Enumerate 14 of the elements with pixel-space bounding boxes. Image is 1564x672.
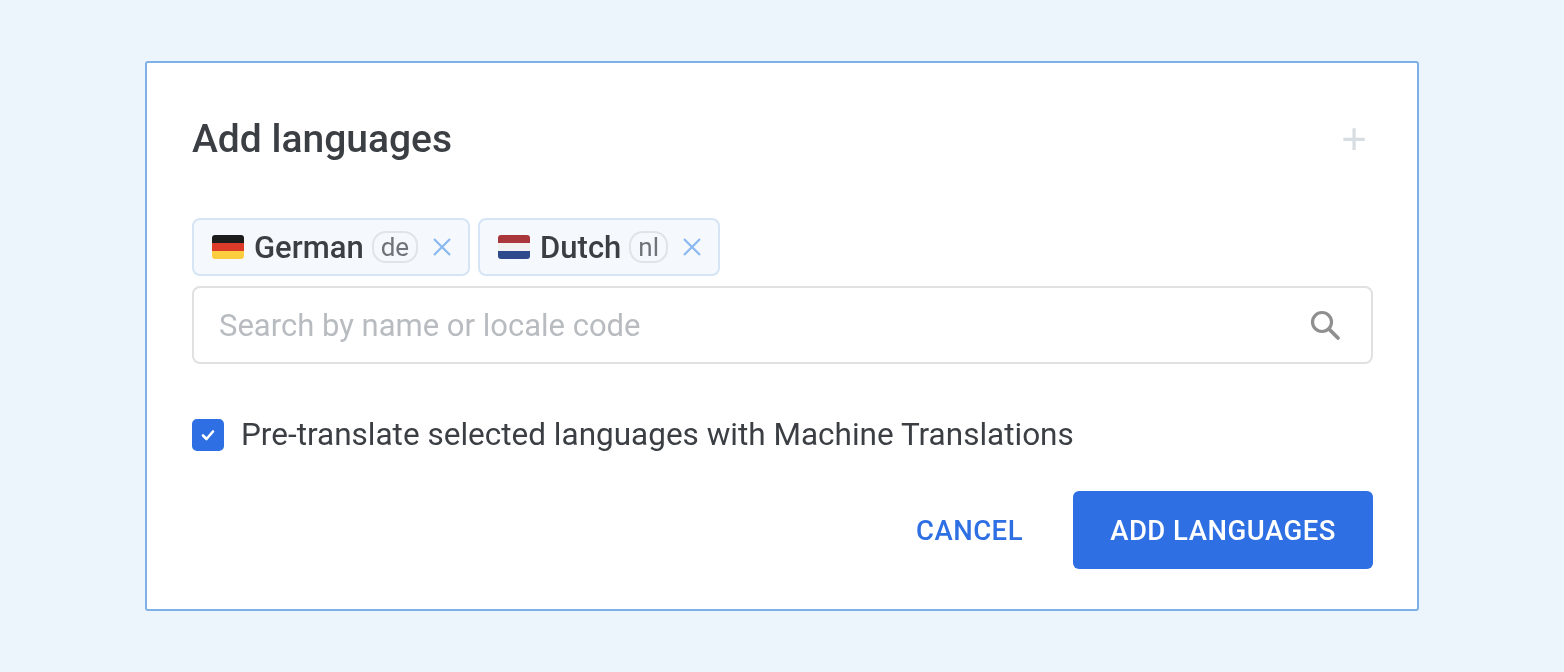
dialog-title: Add languages: [192, 116, 453, 162]
locale-code: de: [371, 231, 419, 263]
search-field[interactable]: Search by name or locale code: [192, 286, 1373, 364]
locale-code: nl: [629, 231, 668, 263]
language-name: Dutch: [540, 228, 622, 266]
cancel-button[interactable]: CANCEL: [895, 491, 1043, 569]
flag-icon: [212, 235, 244, 259]
language-name: German: [254, 228, 364, 266]
checkbox-label: Pre-translate selected languages with Machine Translations: [241, 416, 1074, 453]
remove-icon[interactable]: [682, 237, 702, 257]
remove-icon[interactable]: [432, 237, 453, 257]
flag-icon: [498, 235, 531, 259]
checkbox[interactable]: [192, 418, 224, 451]
add-languages-button[interactable]: ADD LANGUAGES: [1073, 491, 1373, 569]
